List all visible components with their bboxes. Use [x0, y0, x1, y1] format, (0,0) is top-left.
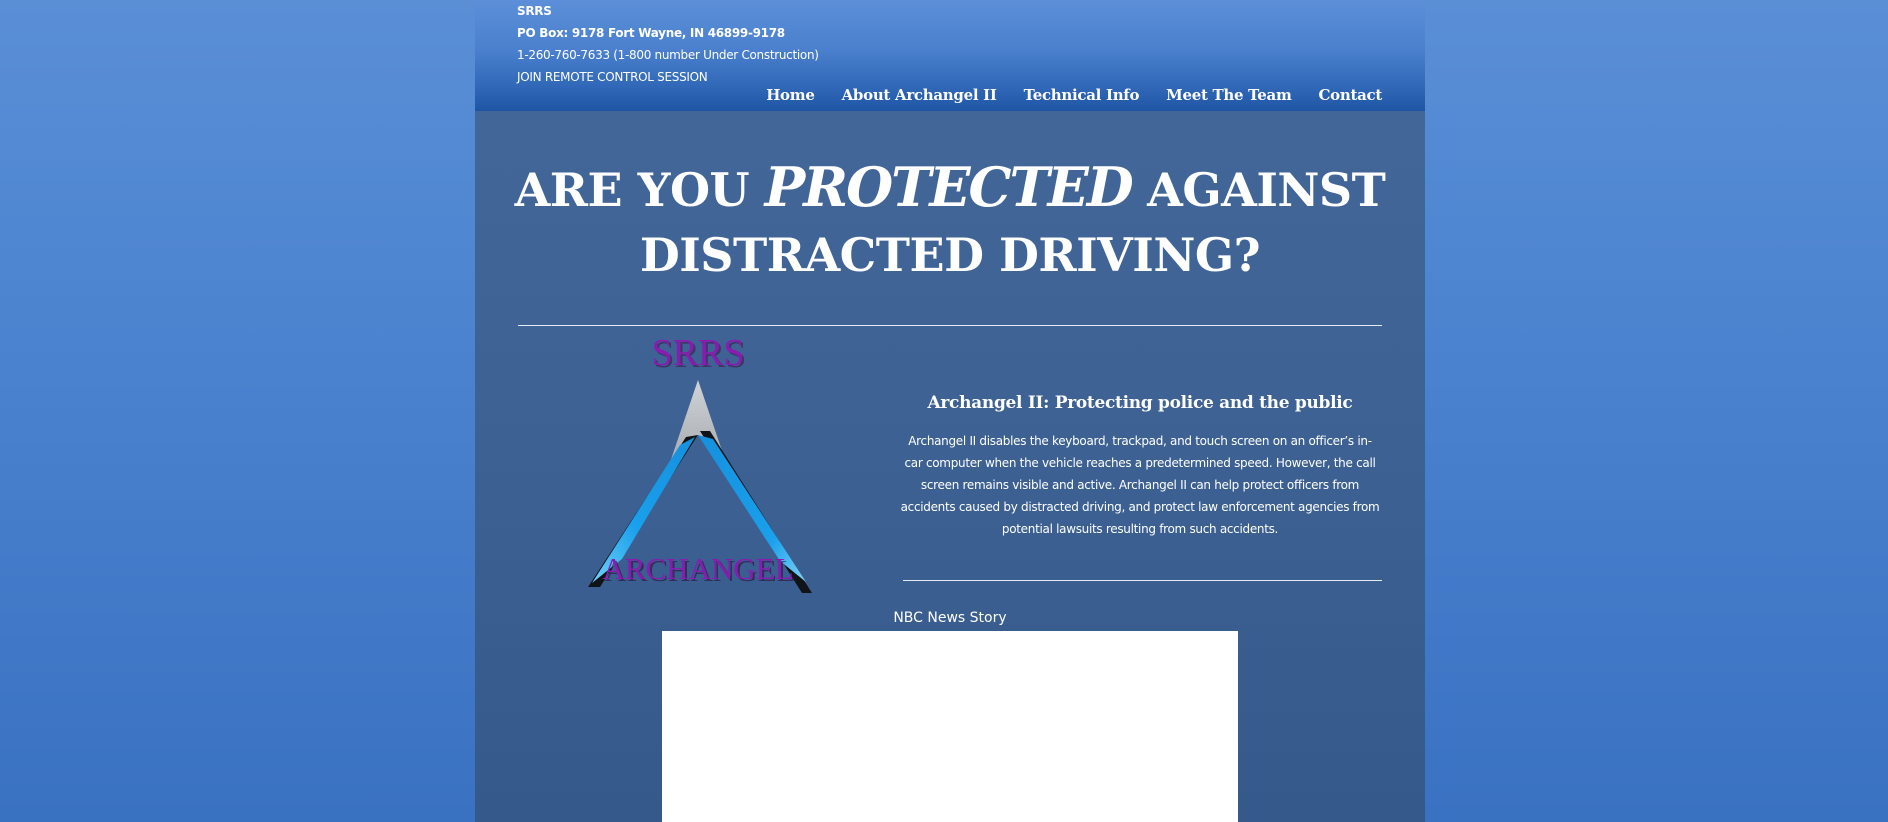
feature-section: Archangel II: Protecting police and the … — [900, 393, 1380, 540]
page-container: SRRS PO Box: 9178 Fort Wayne, IN 46899-9… — [475, 0, 1425, 822]
nav-contact[interactable]: Contact — [1319, 86, 1383, 104]
company-name: SRRS — [517, 4, 552, 18]
hero-line-2: DISTRACTED DRIVING? — [639, 228, 1261, 282]
mailing-address: PO Box: 9178 Fort Wayne, IN 46899-9178 — [517, 26, 785, 40]
video-label: NBC News Story — [893, 610, 1007, 626]
feature-title: Archangel II: Protecting police and the … — [927, 393, 1353, 413]
hero-text-end: AGAINST — [1131, 163, 1386, 217]
nav-home[interactable]: Home — [766, 86, 815, 104]
remote-session-link[interactable]: JOIN REMOTE CONTROL SESSION — [517, 66, 819, 88]
video-player[interactable] — [662, 631, 1238, 822]
logo-bottom-text: ARCHANGEL — [602, 551, 793, 586]
nav-technical-info[interactable]: Technical Info — [1024, 86, 1140, 104]
nav-meet-the-team[interactable]: Meet The Team — [1166, 86, 1292, 104]
main-nav: Home About Archangel II Technical Info M… — [739, 86, 1382, 104]
hero-headline: ARE YOU PROTECTED AGAINST DISTRACTED DRI… — [475, 155, 1425, 288]
feature-description: Archangel II disables the keyboard, trac… — [900, 434, 1380, 536]
nav-about-archangel[interactable]: About Archangel II — [842, 86, 997, 104]
hero-emphasis: PROTECTED — [764, 155, 1134, 219]
archangel-logo: SRRS SRRS ARCHANGEL ARCHANGEL — [588, 335, 812, 593]
contact-info: SRRS PO Box: 9178 Fort Wayne, IN 46899-9… — [517, 0, 819, 88]
logo-top-text: SRRS — [652, 335, 745, 374]
site-header: SRRS PO Box: 9178 Fort Wayne, IN 46899-9… — [475, 0, 1425, 111]
hero-line-1: ARE YOU PROTECTED AGAINST — [475, 155, 1425, 223]
phone-number[interactable]: 1-260-760-7633 (1-800 number Under Const… — [517, 44, 819, 66]
top-divider — [518, 325, 1382, 326]
feature-divider — [903, 580, 1382, 581]
hero-text-start: ARE YOU — [514, 163, 765, 217]
